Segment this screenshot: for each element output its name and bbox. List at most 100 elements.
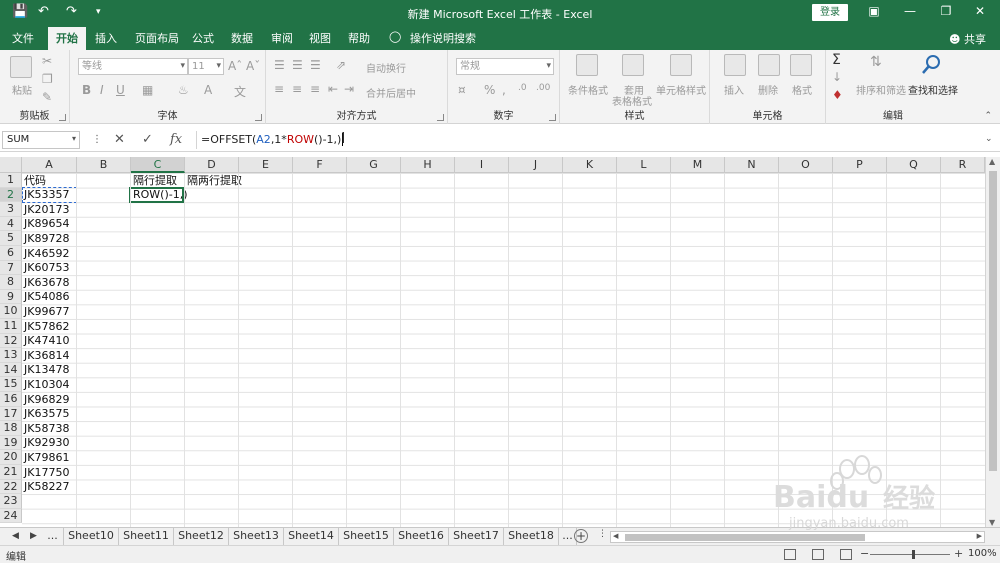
column-header-C[interactable]: C	[131, 157, 185, 173]
tab-review[interactable]: 审阅	[271, 30, 293, 46]
vertical-scrollbar[interactable]: ▲ ▼	[985, 157, 1000, 527]
row-header-11[interactable]: 11	[0, 319, 22, 334]
horizontal-scroll-thumb[interactable]	[625, 534, 865, 541]
tab-home[interactable]: 开始	[48, 27, 86, 50]
cell-A1[interactable]: 代码	[22, 174, 46, 189]
decrease-indent-icon[interactable]: ⇤	[328, 82, 338, 96]
number-launcher-icon[interactable]	[549, 114, 556, 121]
row-header-10[interactable]: 10	[0, 304, 22, 319]
select-all-corner[interactable]	[0, 157, 22, 173]
row-header-19[interactable]: 19	[0, 435, 22, 451]
collapse-ribbon-icon[interactable]: ⌃	[984, 111, 992, 121]
sheet-tab-sheet10[interactable]: Sheet10	[64, 528, 119, 545]
column-header-O[interactable]: O	[779, 157, 833, 173]
column-header-D[interactable]: D	[185, 157, 239, 173]
row-header-13[interactable]: 13	[0, 348, 22, 363]
tab-insert[interactable]: 插入	[95, 30, 117, 46]
cell-A8[interactable]: JK63678	[22, 276, 69, 291]
delete-cells-button[interactable]: 删除	[758, 82, 778, 97]
cell-A18[interactable]: JK58738	[22, 422, 69, 437]
scroll-down-icon[interactable]: ▼	[989, 518, 995, 527]
column-header-A[interactable]: A	[22, 157, 77, 173]
row-header-15[interactable]: 15	[0, 377, 22, 392]
restore-icon[interactable]: ❐	[936, 4, 956, 18]
font-color-icon[interactable]: A	[204, 83, 212, 97]
format-cells-icon[interactable]	[790, 54, 812, 76]
formula-input[interactable]: =OFFSET(A2,1*ROW()-1,)	[196, 131, 986, 149]
tab-file[interactable]: 文件	[12, 30, 34, 46]
column-header-M[interactable]: M	[671, 157, 725, 173]
paste-icon[interactable]	[10, 56, 32, 78]
increase-decimal-icon[interactable]: .0	[518, 83, 527, 93]
scroll-left-icon[interactable]: ◀	[613, 532, 618, 540]
row-header-16[interactable]: 16	[0, 392, 22, 407]
sheet-tab-sheet14[interactable]: Sheet14	[284, 528, 339, 545]
delete-cells-icon[interactable]	[758, 54, 780, 76]
expand-formula-bar-icon[interactable]: ⌄	[985, 134, 993, 144]
cell-A7[interactable]: JK60753	[22, 261, 69, 276]
clipboard-launcher-icon[interactable]	[59, 114, 66, 121]
tab-split-icon[interactable]: ⋮	[598, 529, 607, 539]
accounting-format-icon[interactable]: ¤	[458, 83, 466, 97]
sheet-tab-sheet18[interactable]: Sheet18	[504, 528, 559, 545]
find-select-button[interactable]: 查找和选择	[908, 82, 958, 97]
page-layout-view-icon[interactable]	[812, 549, 824, 560]
clear-icon[interactable]: ♦	[832, 88, 843, 102]
name-box[interactable]: SUM ▾	[2, 131, 80, 149]
align-right-icon[interactable]: ≡	[310, 82, 320, 96]
more-sheets-button[interactable]: ...	[42, 528, 64, 545]
percent-icon[interactable]: %	[484, 83, 495, 97]
sheet-tab-sheet17[interactable]: Sheet17	[449, 528, 504, 545]
row-header-7[interactable]: 7	[0, 260, 22, 276]
tab-formulas[interactable]: 公式	[192, 30, 214, 46]
sheet-tab-sheet13[interactable]: Sheet13	[229, 528, 284, 545]
column-header-Q[interactable]: Q	[887, 157, 941, 173]
cell-A9[interactable]: JK54086	[22, 290, 69, 305]
row-header-6[interactable]: 6	[0, 246, 22, 261]
horizontal-scrollbar[interactable]: ◀ ▶	[610, 531, 985, 543]
page-break-view-icon[interactable]	[840, 549, 852, 560]
column-header-J[interactable]: J	[509, 157, 563, 173]
minimize-icon[interactable]: —	[900, 4, 920, 18]
cell-A12[interactable]: JK47410	[22, 334, 69, 349]
cell-C1[interactable]: 隔行提取	[131, 174, 177, 189]
row-header-2[interactable]: 2	[0, 187, 22, 203]
row-header-21[interactable]: 21	[0, 465, 22, 480]
enter-check-icon[interactable]: ✓	[142, 132, 153, 147]
prev-sheet-icon[interactable]: ◀	[12, 531, 19, 541]
cancel-icon[interactable]: ✕	[114, 132, 125, 147]
share-button[interactable]: ☻ 共享	[949, 31, 986, 47]
bold-icon[interactable]: B	[82, 83, 91, 97]
column-header-H[interactable]: H	[401, 157, 455, 173]
wrap-text-button[interactable]: 自动换行	[366, 60, 406, 75]
magnifier-icon[interactable]	[920, 54, 942, 76]
align-center-icon[interactable]: ≡	[292, 82, 302, 96]
format-painter-icon[interactable]: ✎	[42, 90, 52, 104]
row-header-22[interactable]: 22	[0, 479, 22, 495]
row-header-18[interactable]: 18	[0, 421, 22, 436]
borders-icon[interactable]: ▦	[142, 83, 153, 97]
row-header-5[interactable]: 5	[0, 231, 22, 246]
fill-color-icon[interactable]: ♨	[178, 83, 189, 97]
column-header-K[interactable]: K	[563, 157, 617, 173]
shrink-font-icon[interactable]: Aˇ	[246, 59, 260, 73]
grow-font-icon[interactable]: Aˆ	[228, 59, 242, 73]
cell-A3[interactable]: JK20173	[22, 203, 69, 218]
row-header-1[interactable]: 1	[0, 173, 22, 188]
align-middle-icon[interactable]: ☰	[292, 58, 303, 72]
tab-page-layout[interactable]: 页面布局	[135, 30, 179, 46]
format-as-table-button-2[interactable]: 表格格式	[612, 93, 652, 108]
cell-A22[interactable]: JK58227	[22, 480, 69, 495]
column-header-L[interactable]: L	[617, 157, 671, 173]
login-button[interactable]: 登录	[812, 4, 848, 21]
column-header-R[interactable]: R	[941, 157, 985, 173]
phonetic-icon[interactable]: 文	[234, 83, 246, 100]
cell-A17[interactable]: JK63575	[22, 407, 69, 422]
alignment-launcher-icon[interactable]	[437, 114, 444, 121]
cell-A4[interactable]: JK89654	[22, 217, 69, 232]
conditional-format-button[interactable]: 条件格式	[568, 82, 608, 97]
scroll-right-icon[interactable]: ▶	[977, 532, 982, 540]
underline-icon[interactable]: U	[116, 83, 125, 97]
insert-cells-icon[interactable]	[724, 54, 746, 76]
number-format-combo[interactable]: 常规 ▾	[456, 58, 554, 75]
